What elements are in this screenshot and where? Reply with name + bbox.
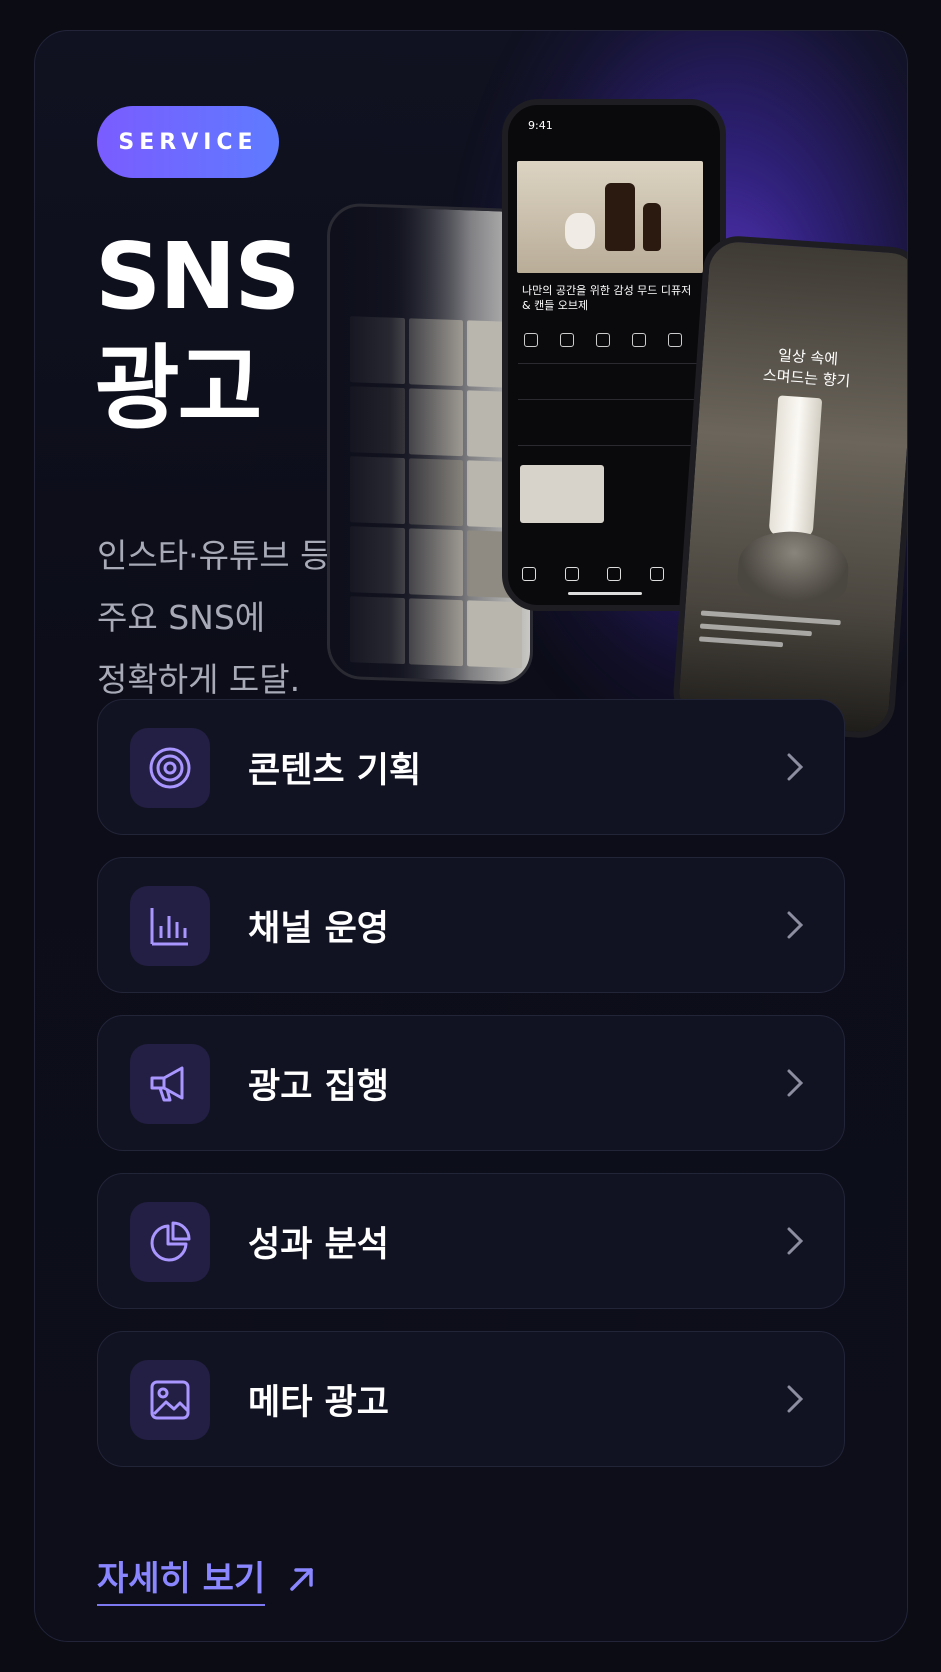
chevron-right-icon bbox=[787, 911, 804, 939]
service-item-ad-execution[interactable]: 광고 집행 bbox=[97, 1015, 845, 1151]
sns-ad-card: SERVICE SNS 광고 인스타·유튜브 등 주요 SNS에 정확하게 도달… bbox=[34, 30, 908, 1642]
post-action-icons bbox=[524, 333, 682, 347]
service-label: 메타 광고 bbox=[248, 1382, 389, 1423]
page-title: SNS 광고 bbox=[95, 221, 301, 445]
service-label: 채널 운영 bbox=[248, 908, 389, 949]
service-item-meta-ads[interactable]: 메타 광고 bbox=[97, 1331, 845, 1467]
description: 인스타·유튜브 등 주요 SNS에 정확하게 도달. bbox=[97, 525, 331, 711]
service-label: 콘텐츠 기획 bbox=[248, 750, 422, 791]
megaphone-icon bbox=[130, 1044, 210, 1124]
stone-pedestal bbox=[736, 528, 851, 606]
service-list: 콘텐츠 기획 채널 운영 광고 집행 성과 분석 메타 광고 bbox=[97, 699, 845, 1489]
product-thumbnail bbox=[520, 465, 604, 523]
status-time: 9:41 bbox=[528, 119, 553, 132]
title-line-2: 광고 bbox=[95, 335, 262, 442]
service-label: 성과 분석 bbox=[248, 1224, 389, 1265]
pie-chart-icon bbox=[130, 1202, 210, 1282]
phone-mockup-reel: 일상 속에 스며드는 향기 bbox=[671, 233, 907, 741]
chevron-right-icon bbox=[787, 1385, 804, 1413]
target-icon bbox=[130, 728, 210, 808]
description-line-1: 인스타·유튜브 등 bbox=[97, 536, 331, 575]
service-item-content-planning[interactable]: 콘텐츠 기획 bbox=[97, 699, 845, 835]
bar-chart-icon bbox=[130, 886, 210, 966]
chevron-right-icon bbox=[787, 753, 804, 781]
arrow-up-right-icon bbox=[290, 1567, 313, 1591]
post-title: 나만의 공간을 위한 감성 무드 디퓨저 & 캔들 오브제 bbox=[522, 284, 692, 312]
image-icon bbox=[130, 1360, 210, 1440]
service-label: 광고 집행 bbox=[248, 1066, 389, 1107]
reel-overlay-text: 일상 속에 스며드는 향기 bbox=[701, 340, 907, 397]
title-line-1: SNS bbox=[95, 223, 301, 330]
more-link-label: 자세히 보기 bbox=[97, 1551, 266, 1606]
bottom-nav bbox=[522, 567, 706, 581]
product-tube bbox=[768, 395, 823, 539]
service-item-channel-operation[interactable]: 채널 운영 bbox=[97, 857, 845, 993]
chevron-right-icon bbox=[787, 1069, 804, 1097]
chevron-right-icon bbox=[787, 1227, 804, 1255]
more-link[interactable]: 자세히 보기 bbox=[97, 1551, 317, 1606]
description-line-2: 주요 SNS에 bbox=[97, 598, 266, 637]
service-badge: SERVICE bbox=[97, 106, 279, 178]
service-item-performance-analysis[interactable]: 성과 분석 bbox=[97, 1173, 845, 1309]
post-image bbox=[517, 161, 703, 273]
reel-caption-lines bbox=[698, 610, 841, 659]
